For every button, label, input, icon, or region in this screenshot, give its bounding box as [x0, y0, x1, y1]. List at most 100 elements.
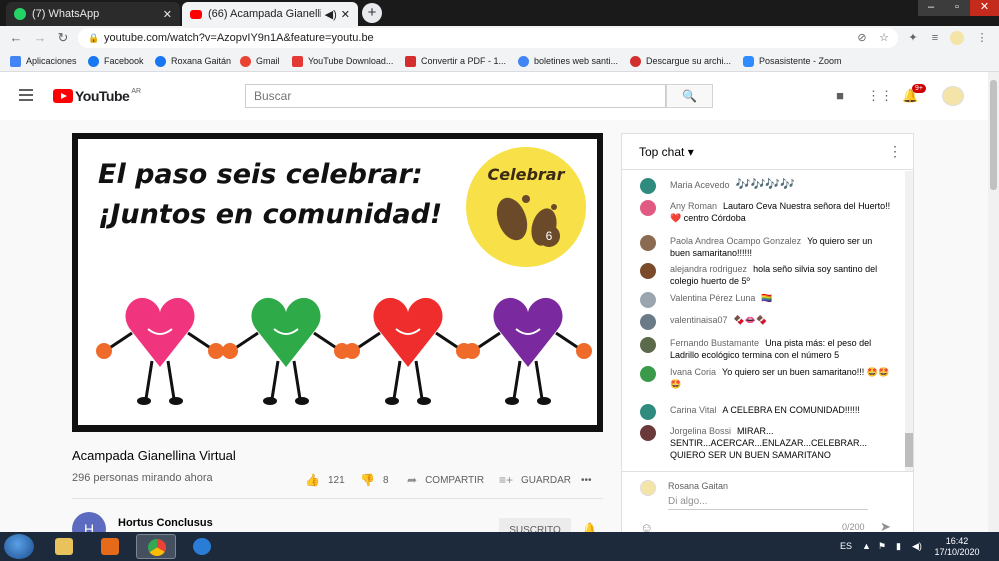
- chevron-down-icon: ▾: [687, 145, 694, 159]
- taskbar-media-player[interactable]: [90, 534, 130, 559]
- bookmark-ytdownload[interactable]: YouTube Download...: [292, 54, 393, 68]
- bookmark-boletines[interactable]: boletines web santi...: [518, 54, 618, 68]
- profile-avatar[interactable]: [950, 31, 964, 45]
- chat-message: valentinaisa07 🍫👄🍫: [640, 314, 892, 330]
- chat-input-field[interactable]: Di algo...: [668, 494, 868, 510]
- clock[interactable]: 16:42 17/10/2020: [932, 536, 982, 558]
- flag-icon[interactable]: ⚑: [878, 532, 886, 561]
- bookmark-apps[interactable]: Aplicaciones: [10, 54, 77, 68]
- message-author: Valentina Pérez Luna: [670, 293, 756, 303]
- message-author: Ivana Coria: [670, 367, 717, 377]
- chat-mode-label: Top chat: [639, 145, 685, 159]
- youtube-logo[interactable]: YouTube AR: [53, 88, 141, 104]
- chat-message: Ivana Coria Yo quiero ser un buen samarit…: [640, 366, 892, 390]
- chat-scrollbar[interactable]: [905, 171, 913, 471]
- tracking-icon[interactable]: ⊘: [855, 31, 869, 45]
- bookmark-label: Roxana Gaitán: [171, 56, 232, 66]
- user-avatar: [640, 263, 656, 279]
- extensions-icon[interactable]: ✦: [906, 31, 920, 45]
- chat-message: alejandra rodriguez hola seño silvia soy …: [640, 263, 892, 287]
- taskbar-explorer[interactable]: [44, 534, 84, 559]
- windows-taskbar: ES ▲ ⚑ ▮ ◀) 16:42 17/10/2020: [0, 532, 999, 561]
- bookmark-gmail[interactable]: Gmail: [240, 54, 280, 68]
- chrome-icon: [148, 539, 166, 556]
- maximize-button[interactable]: ▫: [944, 0, 970, 16]
- chat-message: Fernando Bustamante Una pista más: el pes…: [640, 337, 892, 361]
- user-avatar: [640, 314, 656, 330]
- channel-name[interactable]: Hortus Conclusus: [118, 517, 213, 529]
- heart-character: [222, 297, 350, 405]
- speaker-icon[interactable]: ◀): [325, 8, 337, 21]
- more-actions-icon[interactable]: •••: [581, 470, 592, 490]
- menu-dots-icon[interactable]: ⋮: [975, 31, 989, 45]
- close-icon[interactable]: ✕: [341, 8, 350, 21]
- notifications-badge: 9+: [912, 84, 926, 93]
- media-player-icon: [101, 538, 119, 555]
- apps-grid-icon[interactable]: ⋮⋮: [867, 88, 893, 104]
- current-user-name: Rosana Gaitan: [668, 481, 729, 491]
- taskbar-ie[interactable]: [182, 534, 222, 559]
- search-input[interactable]: [245, 84, 666, 108]
- taskbar-chrome[interactable]: [136, 534, 176, 559]
- new-tab-button[interactable]: +: [362, 3, 382, 23]
- back-arrow-icon[interactable]: ←: [8, 30, 24, 46]
- chat-message: Jorgelina Bossi MIRAR... SENTIR...ACERCAR…: [640, 425, 892, 461]
- forward-arrow-icon[interactable]: →: [32, 30, 48, 46]
- page-scroll-thumb[interactable]: [990, 80, 997, 190]
- bookmark-pdf[interactable]: Convertir a PDF - 1...: [405, 54, 506, 68]
- network-icon[interactable]: ▮: [896, 532, 901, 561]
- star-icon[interactable]: ☆: [877, 31, 891, 45]
- share-button[interactable]: ➦ COMPARTIR: [407, 470, 484, 490]
- user-avatar: [640, 178, 656, 194]
- message-author: Jorgelina Bossi: [670, 426, 732, 436]
- tab-whatsapp[interactable]: (7) WhatsApp ✕: [6, 2, 180, 26]
- start-button[interactable]: [4, 534, 34, 559]
- bookmark-label: Facebook: [104, 56, 144, 66]
- dislike-button[interactable]: 👎 8: [360, 470, 389, 490]
- chat-header: Top chat ▾ ⋮: [622, 134, 913, 170]
- close-window-button[interactable]: ✕: [970, 0, 999, 16]
- save-button[interactable]: ≡+ GUARDAR: [499, 470, 571, 490]
- minimize-button[interactable]: –: [918, 0, 944, 16]
- chat-menu-icon[interactable]: ⋮: [888, 143, 902, 160]
- show-hidden-icons-icon[interactable]: ▲: [862, 532, 871, 561]
- volume-icon[interactable]: ◀): [912, 532, 922, 561]
- chat-scroll-thumb[interactable]: [905, 433, 913, 467]
- hearts-illustration: [96, 297, 592, 405]
- close-icon[interactable]: ✕: [163, 8, 172, 21]
- message-author: alejandra rodriguez: [670, 264, 748, 274]
- browser-tab-strip: (7) WhatsApp ✕ (66) Acampada Gianellina …: [0, 0, 999, 26]
- country-code: AR: [131, 88, 142, 95]
- chat-message: Carina Vital A CELEBRA EN COMUNIDAD!!!!!!: [640, 404, 892, 420]
- account-avatar[interactable]: [942, 86, 964, 106]
- chat-message: Paola Andrea Ocampo Gonzalez Yo quiero se…: [640, 235, 892, 259]
- bookmark-zoom[interactable]: Posasistente - Zoom: [743, 54, 842, 68]
- bookmark-label: Descargue su archi...: [646, 56, 732, 66]
- lock-icon: 🔒: [88, 33, 100, 43]
- download-icon: [292, 55, 303, 67]
- search-button[interactable]: 🔍: [666, 84, 713, 108]
- google-icon: [240, 55, 251, 67]
- top-chat-dropdown[interactable]: Top chat ▾: [639, 145, 694, 159]
- clock-time: 16:42: [945, 536, 969, 546]
- user-avatar: [640, 404, 656, 420]
- pdf-icon: [405, 55, 416, 67]
- bookmark-roxana[interactable]: Roxana Gaitán: [155, 54, 231, 68]
- bookmark-descargue[interactable]: Descargue su archi...: [630, 54, 731, 68]
- chat-message: Maria Acevedo 🎶🎶🎶🎶: [640, 178, 892, 194]
- create-video-icon[interactable]: ■: [832, 88, 848, 104]
- message-author: Fernando Bustamante: [670, 338, 760, 348]
- like-button[interactable]: 👍 121: [305, 470, 345, 490]
- bookmark-facebook[interactable]: Facebook: [88, 54, 144, 68]
- page-scrollbar[interactable]: [988, 72, 999, 532]
- tab-youtube[interactable]: (66) Acampada Gianellina Vir ◀) ✕: [182, 2, 358, 26]
- video-player[interactable]: El paso seis celebrar: ¡Juntos en comuni…: [72, 133, 603, 432]
- language-indicator[interactable]: ES: [840, 532, 852, 561]
- media-icon[interactable]: ≡: [928, 31, 942, 45]
- bookmark-label: boletines web santi...: [534, 56, 619, 66]
- user-avatar: [640, 337, 656, 353]
- hamburger-menu-icon[interactable]: [19, 89, 33, 101]
- chat-message: Any Roman Lautaro Ceva Nuestra señora del…: [640, 200, 892, 224]
- reload-icon[interactable]: ↻: [55, 30, 71, 46]
- address-bar[interactable]: 🔒 youtube.com/watch?v=AzopvIY9n1A&featur…: [78, 28, 898, 48]
